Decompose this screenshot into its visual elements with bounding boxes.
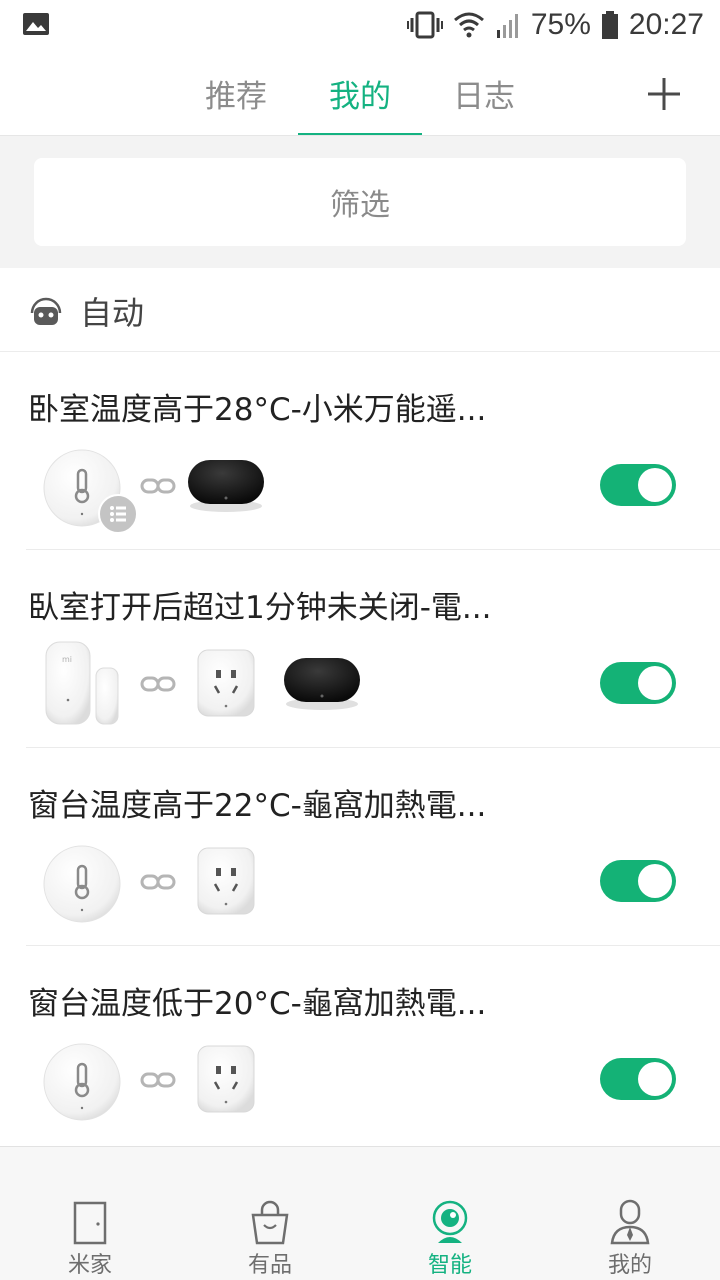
vibrate-icon (406, 11, 443, 39)
shopping-bag-icon (251, 1200, 289, 1245)
automation-card[interactable]: 卧室温度高于28°C-小米万能遥... (0, 352, 720, 550)
automation-list: 自动 卧室温度高于28°C-小米万能遥... 臥室打开后超过1分钟未关闭-電..… (0, 268, 720, 1146)
battery-percent: 75% (530, 8, 591, 41)
battery-icon (601, 11, 618, 39)
person-icon (610, 1199, 650, 1245)
automation-title: 窗台温度高于22°C-龜窩加熱電... (28, 788, 487, 824)
nav-item-mijia[interactable]: 米家 (0, 1147, 180, 1280)
nav-item-profile[interactable]: 我的 (540, 1147, 720, 1280)
svg-text:mi: mi (62, 655, 72, 664)
toggle-knob (638, 468, 672, 502)
smart-plug-icon (197, 649, 255, 717)
smart-camera-icon (432, 1200, 468, 1243)
temperature-sensor-icon (43, 449, 138, 534)
nav-label: 我的 (607, 1253, 652, 1278)
add-icon[interactable] (640, 72, 688, 116)
nav-label: 智能 (427, 1253, 472, 1278)
link-icon (140, 676, 176, 692)
automation-toggle[interactable] (600, 464, 676, 506)
door-window-sensor-icon: mi (45, 641, 119, 725)
door-icon (73, 1201, 107, 1245)
temperature-sensor-icon (43, 1043, 121, 1121)
toggle-knob (638, 666, 672, 700)
ir-remote-hub-icon (188, 460, 264, 512)
filter-button[interactable]: 筛选 (34, 158, 686, 246)
automation-toggle[interactable] (600, 860, 676, 902)
status-bar: 75% 20:27 (0, 0, 720, 50)
tab-mine[interactable]: 我的 (298, 50, 422, 136)
nav-label: 米家 (67, 1253, 112, 1278)
toggle-knob (638, 1062, 672, 1096)
automation-title: 臥室打开后超过1分钟未关闭-電... (28, 590, 492, 626)
automation-card[interactable]: 窗台温度高于22°C-龜窩加熱電... (0, 748, 720, 946)
toggle-knob (638, 864, 672, 898)
smart-plug-icon (197, 1045, 255, 1113)
tab-log[interactable]: 日志 (422, 50, 546, 136)
robot-icon (30, 297, 62, 325)
nav-item-youpin[interactable]: 有品 (180, 1147, 360, 1280)
automation-title: 窗台温度低于20°C-龜窩加熱電... (28, 986, 487, 1022)
bottom-nav: 米家 有品 智能 我的 (0, 1146, 720, 1280)
active-tab-indicator (298, 133, 422, 135)
automation-toggle[interactable] (600, 662, 676, 704)
cellular-signal-icon (496, 14, 518, 38)
automation-card[interactable]: 窗台温度低于20°C-龜窩加熱電... (0, 946, 720, 1144)
nav-item-smart[interactable]: 智能 (360, 1147, 540, 1280)
link-icon (140, 478, 176, 494)
automation-title: 卧室温度高于28°C-小米万能遥... (28, 392, 487, 428)
image-notification-icon (23, 13, 49, 35)
automation-card[interactable]: 臥室打开后超过1分钟未关闭-電... mi (0, 550, 720, 748)
smart-plug-icon (197, 847, 255, 915)
wifi-icon (453, 12, 484, 38)
temperature-sensor-icon (43, 845, 121, 923)
automation-toggle[interactable] (600, 1058, 676, 1100)
ir-remote-hub-icon (284, 658, 360, 710)
section-title: 自动 (80, 294, 145, 332)
section-header: 自动 (0, 268, 720, 352)
nav-label: 有品 (247, 1253, 292, 1278)
tab-recommended[interactable]: 推荐 (174, 50, 298, 136)
link-icon (140, 874, 176, 890)
clock: 20:27 (628, 8, 704, 41)
link-icon (140, 1072, 176, 1088)
